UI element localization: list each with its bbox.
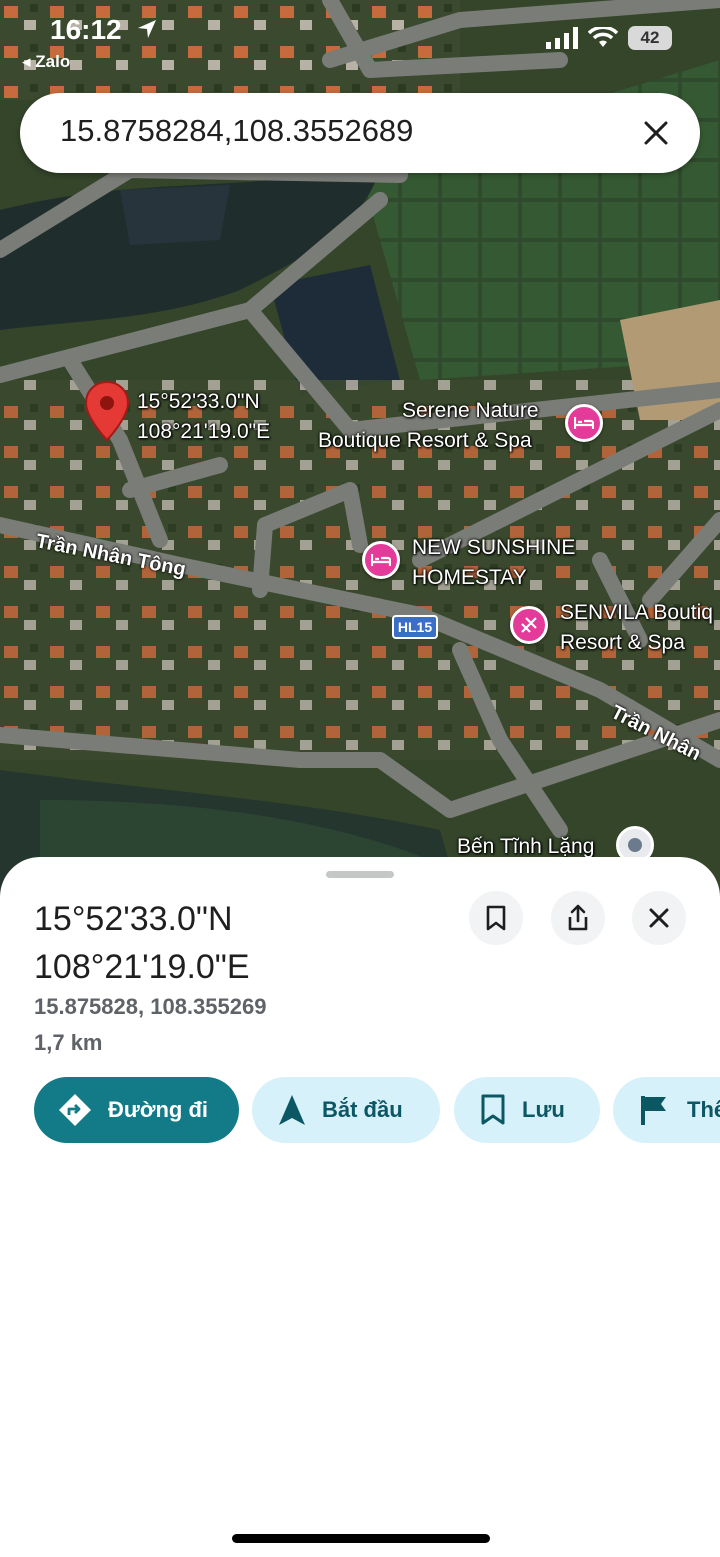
bed-icon (371, 554, 391, 566)
save-label: Lưu (522, 1097, 565, 1122)
spa-icon (521, 617, 537, 633)
hotel-poi-icon[interactable] (362, 541, 400, 579)
battery-icon: 42 (628, 26, 672, 50)
navigation-arrow-icon (278, 1094, 306, 1126)
directions-button[interactable]: Đường đi (34, 1077, 239, 1143)
search-bar[interactable]: 15.8758284,108.3552689 (20, 93, 700, 173)
clear-search-button[interactable] (636, 113, 676, 153)
place-title: 15°52'33.0"N 108°21'19.0"E (34, 895, 454, 991)
poi-senvila-name-1[interactable]: SENVILA Boutiq (560, 598, 713, 628)
drag-handle[interactable] (326, 871, 394, 878)
place-details-sheet: 15°52'33.0"N 108°21'19.0"E 15.875828, 10… (0, 857, 720, 1557)
directions-label: Đường đi (108, 1097, 208, 1122)
title-latitude: 15°52'33.0"N (34, 900, 233, 938)
share-button[interactable] (551, 891, 605, 945)
poi-sunshine-name-2[interactable]: HOMESTAY (412, 563, 527, 593)
close-icon (649, 908, 669, 928)
route-badge: HL15 (392, 615, 438, 639)
location-arrow-icon (138, 20, 156, 38)
bookmark-icon (480, 1094, 506, 1126)
status-icons: 42 (546, 26, 672, 50)
decimal-coordinates: 15.875828, 108.355269 (34, 994, 267, 1019)
add-label-button[interactable]: Thê (613, 1077, 720, 1143)
pin-label-longitude: 108°21'19.0"E (137, 420, 271, 443)
save-bookmark-button[interactable] (469, 891, 523, 945)
title-longitude: 108°21'19.0"E (34, 948, 250, 986)
status-time: 16:12 (50, 14, 122, 45)
location-pin-icon[interactable] (84, 380, 130, 442)
start-navigation-button[interactable]: Bắt đầu (252, 1077, 440, 1143)
back-to-app-link[interactable]: ◂ Zalo (22, 52, 70, 72)
action-chips: Đường đi Bắt đầu Lưu Thê (0, 1077, 720, 1147)
directions-icon (58, 1093, 92, 1127)
wifi-icon (588, 27, 618, 47)
hotel-poi-icon[interactable] (565, 404, 603, 442)
poi-sunshine-name-1[interactable]: NEW SUNSHINE (412, 533, 575, 563)
bookmark-icon (486, 905, 506, 931)
share-icon (568, 904, 588, 931)
pin-label-latitude: 15°52'33.0"N (137, 390, 260, 413)
dot-icon (628, 838, 642, 852)
save-button[interactable]: Lưu (454, 1077, 600, 1143)
satellite-map[interactable]: 16:12 ◂ Zalo 42 15.8758284,108.3552689 1… (0, 0, 720, 900)
bed-icon (574, 417, 594, 429)
add-label-text: Thê (687, 1097, 720, 1122)
close-icon (644, 121, 668, 145)
home-indicator[interactable] (232, 1534, 490, 1543)
poi-serene-name-1[interactable]: Serene Nature (402, 396, 539, 426)
poi-senvila-name-2[interactable]: Resort & Spa (560, 628, 685, 658)
close-sheet-button[interactable] (632, 891, 686, 945)
spa-poi-icon[interactable] (510, 606, 548, 644)
signal-icon (546, 27, 578, 49)
start-label: Bắt đầu (322, 1097, 403, 1122)
flag-icon (639, 1094, 671, 1126)
search-input[interactable]: 15.8758284,108.3552689 (60, 113, 413, 149)
distance-text: 1,7 km (34, 1030, 103, 1055)
poi-serene-name-2[interactable]: Boutique Resort & Spa (318, 426, 532, 456)
